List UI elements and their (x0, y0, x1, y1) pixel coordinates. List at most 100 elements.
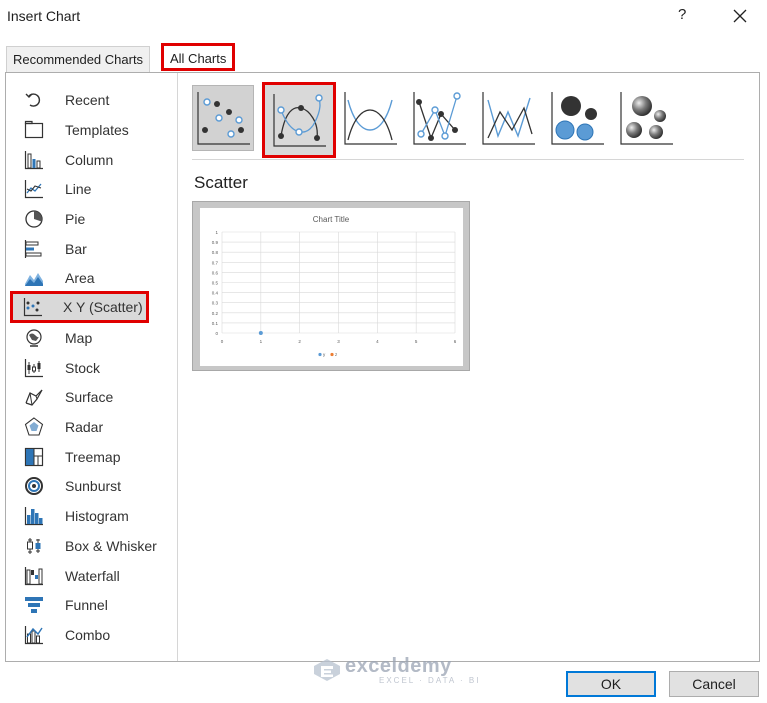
preview-y-tick-label: 0.4 (212, 291, 219, 296)
close-icon (733, 9, 747, 23)
3d-bubble-icon (620, 92, 673, 145)
sidebar-item-label: X Y (Scatter) (63, 299, 143, 315)
dialog-title: Insert Chart (7, 8, 81, 24)
exceldemy-logo (314, 659, 340, 681)
help-button[interactable]: ? (678, 6, 686, 23)
chart-preview-canvas: Chart Title 1 0.9 0.8 0.7 0.6 0.5 0.4 0.3 0.2 0.1… (200, 208, 463, 366)
sidebar-item-sunburst[interactable]: Sunburst (11, 472, 171, 500)
preview-y-tick-label: 0.8 (212, 250, 219, 255)
preview-x-tick-label: 1 (260, 339, 263, 344)
preview-legend-label: y (323, 352, 326, 357)
subtype-scatter-straight-lines[interactable] (477, 85, 539, 151)
all-charts-panel: Recent Templates Column Line Pie Bar Are… (5, 72, 760, 662)
scatter-chart-icon (22, 296, 44, 318)
chart-preview[interactable]: Chart Title 1 0.9 0.8 0.7 0.6 0.5 0.4 0.3 0.2 0.1… (192, 201, 470, 371)
preview-legend-marker (318, 352, 322, 357)
sidebar-item-label: Funnel (65, 597, 108, 613)
box-whisker-chart-icon (23, 535, 45, 557)
preview-x-tick-label: 4 (376, 339, 379, 344)
sidebar-item-radar[interactable]: Radar (11, 413, 171, 441)
preview-legend-label: z (335, 352, 338, 357)
sidebar-item-label: Bar (65, 241, 87, 257)
area-chart-icon (23, 267, 45, 289)
subtype-scatter-straight-lines-markers[interactable] (408, 85, 470, 151)
sidebar-item-label: Histogram (65, 508, 129, 524)
sunburst-chart-icon (23, 475, 45, 497)
section-title: Scatter (194, 173, 248, 192)
preview-x-tick-label: 3 (337, 339, 340, 344)
title-bar: Insert Chart ? (0, 0, 767, 34)
sidebar-item-label: Surface (65, 389, 114, 405)
watermark-tagline: EXCEL · DATA · BI (379, 676, 481, 685)
surface-chart-icon (23, 386, 45, 408)
preview-chart: Chart Title 1 0.9 0.8 0.7 0.6 0.5 0.4 0.3 0.2 0.1… (212, 215, 457, 357)
recent-icon (23, 89, 45, 111)
watermark: exceldemy EXCEL · DATA · BI (313, 655, 480, 685)
preview-point (258, 331, 263, 335)
scatter-smooth-lines-markers-icon (273, 94, 326, 147)
sidebar-item-surface[interactable]: Surface (11, 383, 171, 411)
scatter-smooth-lines-icon (344, 92, 397, 145)
tab-strip: Recommended Charts All Charts (0, 34, 767, 72)
bubble-icon (551, 92, 604, 145)
preview-x-tick-label: 2 (298, 339, 301, 344)
sidebar-item-bar[interactable]: Bar (11, 235, 171, 263)
sidebar-item-pie[interactable]: Pie (11, 205, 171, 233)
funnel-chart-icon (23, 594, 45, 616)
line-chart-icon (23, 178, 45, 200)
tab-recommended-charts[interactable]: Recommended Charts (6, 46, 151, 72)
preview-x-tick-label: 5 (415, 339, 418, 344)
subtype-scatter-smooth-lines-markers[interactable] (262, 82, 336, 158)
pie-chart-icon (23, 208, 45, 230)
sidebar-item-area[interactable]: Area (11, 264, 171, 292)
waterfall-chart-icon (23, 565, 45, 587)
sidebar-item-label: Sunburst (65, 478, 122, 494)
sidebar-item-label: Line (65, 181, 92, 197)
scatter-markers-icon (197, 92, 250, 145)
sidebar-item-combo[interactable]: Combo (11, 621, 171, 649)
scatter-straight-lines-markers-icon (413, 92, 466, 145)
sidebar-item-funnel[interactable]: Funnel (11, 591, 171, 619)
subtype-bubble[interactable] (546, 85, 608, 151)
preview-y-tick-label: 1 (215, 230, 218, 235)
sidebar-item-label: Area (65, 270, 95, 286)
sidebar-item-histogram[interactable]: Histogram (11, 502, 171, 530)
preview-x-tick-label: 0 (221, 339, 224, 344)
sidebar-item-box-whisker[interactable]: Box & Whisker (11, 532, 171, 560)
sidebar-item-stock[interactable]: Stock (11, 354, 171, 382)
stock-chart-icon (23, 357, 45, 379)
subtype-3d-bubble[interactable] (615, 85, 677, 151)
subtype-scatter[interactable] (192, 85, 254, 151)
preview-y-tick-label: 0.7 (212, 260, 219, 265)
watermark-name: exceldemy (345, 655, 452, 677)
divider (192, 159, 744, 160)
histogram-chart-icon (23, 505, 45, 527)
sidebar-item-line[interactable]: Line (11, 175, 171, 203)
sidebar-item-column[interactable]: Column (11, 146, 171, 174)
sidebar-item-label: Treemap (65, 449, 121, 465)
sidebar-item-label: Map (65, 330, 93, 346)
sidebar-item-recent[interactable]: Recent (11, 86, 171, 114)
sidebar-item-label: Combo (65, 627, 111, 643)
ok-button[interactable]: OK (566, 671, 656, 697)
subtype-scatter-smooth-lines[interactable] (339, 85, 401, 151)
cancel-button[interactable]: Cancel (669, 671, 759, 697)
sidebar-item-xy-scatter[interactable]: X Y (Scatter) (10, 291, 149, 323)
radar-chart-icon (23, 416, 45, 438)
tab-all-charts[interactable]: All Charts (161, 43, 236, 71)
column-chart-icon (23, 149, 45, 171)
preview-legend-marker (330, 352, 334, 357)
sidebar-item-label: Recent (65, 92, 110, 108)
sidebar-item-label: Column (65, 152, 114, 168)
preview-y-tick-label: 0.1 (212, 321, 219, 326)
close-button[interactable] (727, 3, 753, 29)
sidebar-item-templates[interactable]: Templates (11, 116, 171, 144)
sidebar-item-map[interactable]: Map (11, 324, 171, 352)
templates-icon (23, 119, 45, 141)
sidebar-item-waterfall[interactable]: Waterfall (11, 562, 171, 590)
preview-y-tick-label: 0.2 (212, 311, 219, 316)
chart-type-list: Recent Templates Column Line Pie Bar Are… (6, 73, 178, 661)
sidebar-item-label: Radar (65, 419, 104, 435)
sidebar-item-treemap[interactable]: Treemap (11, 443, 171, 471)
preview-x-tick-label: 6 (454, 339, 457, 344)
